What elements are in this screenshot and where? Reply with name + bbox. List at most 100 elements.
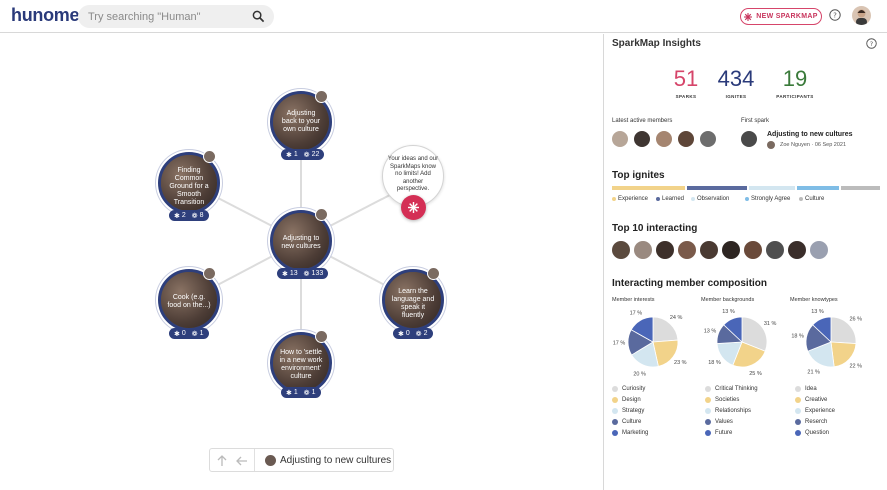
member-avatar[interactable] (634, 131, 650, 147)
ignite-bar-segment (797, 186, 839, 190)
pie-legend-item: Relationships (705, 405, 758, 416)
legend-label: Critical Thinking (715, 385, 758, 392)
node-author-avatar[interactable] (315, 208, 328, 221)
node-stats: ✱ 1 ❁ 22 (281, 149, 325, 160)
node-stats: ✱ 0 ❁ 1 (169, 328, 209, 339)
node-stats: ✱ 1 ❁ 1 (281, 387, 321, 398)
legend-dot (612, 385, 618, 392)
arrow-up-icon[interactable] (215, 454, 229, 468)
top-member-avatar[interactable] (678, 241, 696, 259)
add-spark-button[interactable] (401, 195, 426, 220)
legend-label: Learned (662, 196, 685, 202)
legend-dot (705, 418, 711, 425)
search-box[interactable] (78, 5, 274, 28)
top-member-avatar[interactable] (722, 241, 740, 259)
svg-text:?: ? (833, 12, 837, 20)
pie-title-knowtypes: Member knowtypes (790, 297, 838, 303)
arrow-left-icon[interactable] (235, 454, 249, 468)
top-member-avatar[interactable] (766, 241, 784, 259)
ignite-bar-segment (748, 186, 796, 190)
member-avatar[interactable] (700, 131, 716, 147)
legend-label: Observation (697, 196, 730, 202)
stat-sparks: 51 SPARKS (668, 66, 704, 100)
top-member-avatar[interactable] (612, 241, 630, 259)
pie-slice-label: 20 % (633, 371, 646, 377)
spark-icon: ✱ (398, 330, 404, 338)
pie-slice-label: 31 % (764, 321, 777, 327)
ignite-count: 1 (199, 330, 204, 337)
stat-label: PARTICIPANTS (776, 94, 814, 99)
legend-label: Curiosity (622, 385, 646, 392)
stat-value: 51 (673, 66, 699, 91)
pie-legend-item: Culture (612, 416, 648, 427)
sparkmap-canvas[interactable]: Adjusting back to your own culture ✱ 1 ❁ 2… (0, 34, 603, 490)
node-label: Adjusting back to your own culture (281, 110, 321, 133)
first-spark-meta: Zoe Nguyen · 06 Sep 2021 (780, 142, 847, 148)
top-member-avatar[interactable] (700, 241, 718, 259)
divider (254, 449, 255, 471)
top-member-avatar[interactable] (634, 241, 652, 259)
legend-dot (705, 385, 711, 392)
stat-value: 434 (717, 66, 755, 91)
insights-title: SparkMap Insights (612, 38, 701, 49)
spark-icon: ✱ (282, 270, 288, 278)
hunome-logo[interactable]: hunome (11, 5, 80, 26)
member-avatar[interactable] (678, 131, 694, 147)
legend-dot (795, 418, 801, 425)
legend-label: Culture (805, 196, 825, 202)
node-author-avatar[interactable] (427, 267, 440, 280)
ignite-count: 22 (311, 151, 320, 158)
help-icon[interactable]: ? (829, 9, 841, 21)
legend-dot (656, 197, 660, 201)
top-member-avatar[interactable] (810, 241, 828, 259)
legend-dot (795, 429, 801, 436)
spark-icon: ✱ (286, 389, 292, 397)
node-author-avatar[interactable] (203, 267, 216, 280)
legend-dot (705, 407, 711, 414)
node-author-avatar[interactable] (315, 330, 328, 343)
search-input[interactable] (88, 5, 248, 28)
top-member-avatar[interactable] (788, 241, 806, 259)
search-icon[interactable] (252, 10, 265, 23)
first-spark-avatar[interactable] (741, 131, 757, 147)
legend-dot (612, 418, 618, 425)
legend-label: Relationships (715, 407, 752, 414)
legend-dot (612, 197, 616, 201)
legend-label: Experience (618, 196, 649, 202)
legend-label: Reserch (805, 418, 828, 425)
navigation-bar: Adjusting to new cultures (209, 448, 394, 472)
first-spark-title[interactable]: Adjusting to new cultures (767, 131, 853, 138)
node-stats: ✱ 2 ❁ 8 (169, 210, 209, 221)
pie-title-interests: Member interests (612, 297, 655, 303)
node-stats: ✱ 0 ❁ 2 (393, 328, 433, 339)
pie-legend-item: Values (705, 416, 758, 427)
node-label: Adjusting to new cultures (281, 235, 321, 250)
pie-legend-interests: Curiosity Design Strategy Culture Marketing (612, 383, 648, 438)
member-avatar[interactable] (656, 131, 672, 147)
new-sparkmap-button[interactable]: NEW SPARKMAP (740, 8, 822, 25)
node-author-avatar[interactable] (315, 90, 328, 103)
svg-text:?: ? (870, 40, 873, 48)
current-node-avatar (265, 455, 276, 466)
spark-count: 1 (293, 151, 298, 158)
legend-dot (691, 197, 695, 201)
member-avatar[interactable] (612, 131, 628, 147)
node-author-avatar[interactable] (203, 150, 216, 163)
ignite-icon: ❁ (415, 330, 422, 338)
ignite-bar-segment (841, 186, 880, 190)
ignite-legend-item: Strongly Agree (745, 196, 790, 202)
top-ignites-title: Top ignites (612, 170, 665, 181)
spark-icon (744, 12, 753, 21)
help-icon[interactable]: ? (866, 38, 877, 49)
top-member-avatar[interactable] (656, 241, 674, 259)
top10-title: Top 10 interacting (612, 223, 698, 234)
top-member-avatar[interactable] (744, 241, 762, 259)
ignite-icon: ❁ (303, 389, 310, 397)
pie-legend-item: Strategy (612, 405, 648, 416)
current-node-title[interactable]: Adjusting to new cultures (280, 455, 391, 466)
user-avatar[interactable] (852, 6, 871, 25)
pie-slice-label: 22 % (850, 363, 863, 369)
node-label: Finding Common Ground for a Smooth Trans… (169, 167, 209, 206)
legend-dot (799, 197, 803, 201)
latest-active-label: Latest active members (612, 118, 673, 124)
